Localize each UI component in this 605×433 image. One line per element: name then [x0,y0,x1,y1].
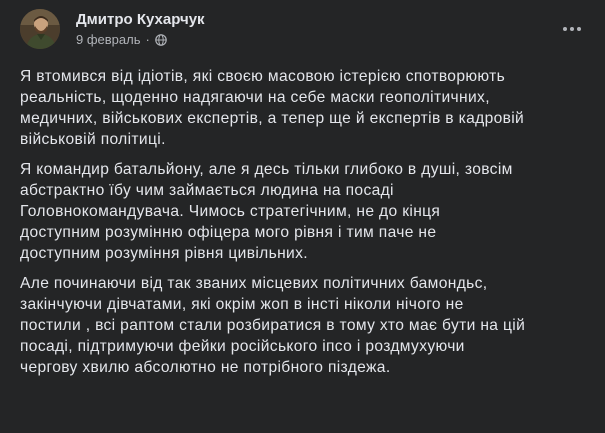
facebook-post: Дмитро Кухарчук 9 февраль · Я втомився в… [0,0,605,433]
avatar-image [20,9,60,49]
globe-icon[interactable] [155,33,167,46]
text-line: Я втомився від ідіотів, які своєю масово… [20,68,506,85]
text-line: Головнокомандувача. Чимось стратегічним,… [20,203,441,220]
more-horizontal-icon [563,27,581,31]
text-line: доступним розумінню офіцера мого рівня і… [20,224,437,241]
text-line: абстрактно їбу чим займається людина на … [20,182,394,199]
text-line: реальність, щоденно надягаючи на себе ма… [20,89,490,106]
text-line: медичних, військових експертів, а тепер … [20,110,525,127]
meta-separator: · [145,32,150,47]
post-text: Я втомився від ідіотів, які своєю масово… [20,66,590,387]
text-line: закінчуючи дівчатами, які окрім жоп в ін… [20,296,464,313]
post-meta: 9 февраль · [76,32,167,47]
text-line: посаді, підтримуючи фейки російського іп… [20,338,465,355]
text-line: чергову хвилю абсолютно не потрібного пі… [20,359,391,376]
text-line: військовій політиці. [20,131,166,148]
paragraph-2: Я командир батальйону, але я десь тільки… [20,159,590,264]
text-line: постили , всі раптом стали розбиратися в… [20,317,526,334]
text-line: Я командир батальйону, але я десь тільки… [20,161,513,178]
post-date[interactable]: 9 февраль [76,32,141,47]
text-line: доступним розуміння рівня цивільних. [20,245,308,262]
text-line: Але починаючи від так званих місцевих по… [20,275,488,292]
post-header: Дмитро Кухарчук 9 февраль · [20,9,590,53]
more-options-button[interactable] [554,17,590,41]
avatar[interactable] [20,9,60,49]
paragraph-1: Я втомився від ідіотів, які своєю масово… [20,66,590,150]
author-name[interactable]: Дмитро Кухарчук [76,11,205,28]
paragraph-3: Але починаючи від так званих місцевих по… [20,273,590,378]
